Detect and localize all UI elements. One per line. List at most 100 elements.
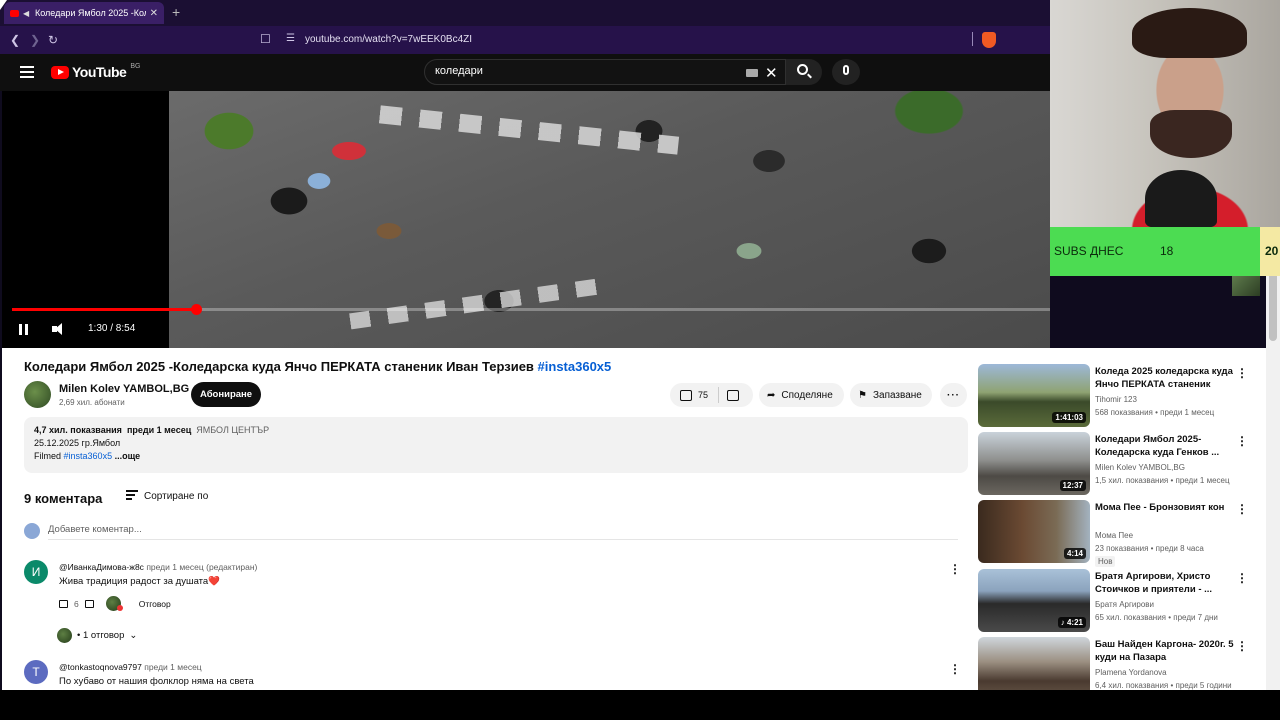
reload-icon[interactable]: ↻: [48, 33, 58, 47]
recommendation-title[interactable]: Братя Аргирови, Христо Стоичков и прияте…: [1095, 571, 1235, 596]
more-options-icon[interactable]: ⋮: [1236, 366, 1248, 380]
video-thumbnail[interactable]: ♪ 4:21: [978, 569, 1090, 632]
replies-label: • 1 отговор: [77, 630, 125, 641]
recommendation-channel[interactable]: Plamena Yordanova: [1095, 668, 1167, 677]
comment-actions: 6 Отговор: [59, 596, 171, 611]
voice-search-button[interactable]: [832, 59, 860, 85]
user-avatar: [24, 523, 40, 539]
description-text: Filmed: [34, 451, 62, 461]
recommendation-stats: 65 хил. показвания • преди 7 дни: [1095, 613, 1218, 622]
channel-avatar[interactable]: [24, 381, 51, 408]
video-thumbnail[interactable]: [978, 637, 1090, 690]
url-field[interactable]: youtube.com/watch?v=7wEEK0Bc4ZI: [305, 34, 472, 45]
comment-author[interactable]: @tonkastoqnova9797: [59, 662, 142, 672]
youtube-favicon-icon: [10, 9, 19, 17]
search-button[interactable]: [786, 59, 822, 85]
description-box[interactable]: 4,7 хил. показвания преди 1 месец ЯМБОЛ …: [24, 417, 968, 473]
speaker-icon[interactable]: ◀: [23, 9, 31, 18]
new-tab-button[interactable]: +: [172, 4, 180, 20]
share-button[interactable]: ➦ Споделяне: [759, 383, 844, 407]
hashtag-link[interactable]: #insta360x5: [64, 451, 113, 461]
recommendation-channel[interactable]: Братя Аргирови: [1095, 600, 1154, 609]
subscriber-count: 2,69 хил. абонати: [59, 398, 125, 407]
comment-author[interactable]: @ИванкаДимова-ж8с: [59, 562, 144, 572]
more-options-icon[interactable]: ⋮: [1236, 502, 1248, 516]
reply-button[interactable]: Отговор: [139, 599, 171, 609]
recommendation-item[interactable]: 12:37 Коледари Ямбол 2025- Коледарска ку…: [978, 432, 1248, 496]
sort-label: Сортиране по: [144, 490, 209, 502]
recommendation-item[interactable]: 1:41:03 Коледа 2025 коледарска куда Янчо…: [978, 364, 1248, 428]
recommendation-item[interactable]: 4:14 Мома Пее - Бронзовият кон Мома Пее …: [978, 500, 1248, 567]
channel-name[interactable]: Milen Kolev YAMBOL,BG: [59, 383, 189, 395]
video-thumbnail[interactable]: 4:14: [978, 500, 1090, 563]
location-tag[interactable]: ЯМБОЛ ЦЕНТЪР: [196, 425, 269, 435]
progress-bar[interactable]: [12, 304, 1050, 315]
youtube-logo[interactable]: YouTube BG: [51, 62, 141, 80]
back-icon[interactable]: ❮: [10, 33, 20, 47]
more-options-icon[interactable]: ⋮: [1236, 434, 1248, 448]
save-label: Запазване: [872, 389, 922, 401]
commenter-avatar[interactable]: И: [24, 560, 48, 584]
subscribe-button[interactable]: Абониране: [191, 382, 261, 407]
volume-icon[interactable]: [52, 322, 66, 336]
youtube-play-icon: [51, 65, 69, 79]
thumbs-down-icon[interactable]: [727, 389, 740, 401]
save-button[interactable]: ⚑ Запазване: [850, 383, 932, 407]
browser-tab[interactable]: ◀ Коледари Ямбол 2025 -Коле ✕: [4, 2, 164, 24]
thumbs-down-icon[interactable]: [84, 599, 94, 608]
recommendation-title[interactable]: Коледари Ямбол 2025- Коледарска куда Ген…: [1095, 434, 1235, 459]
pause-button[interactable]: [19, 324, 29, 335]
more-actions-button[interactable]: ···: [940, 383, 967, 407]
more-options-icon[interactable]: ⋮: [1236, 639, 1248, 653]
recommendation-title[interactable]: Мома Пее - Бронзовият кон: [1095, 502, 1235, 515]
heart-emoji: ❤️: [208, 576, 221, 587]
close-tab-icon[interactable]: ✕: [150, 8, 158, 19]
recommendation-channel[interactable]: Tihomir 123: [1095, 395, 1137, 404]
region-code: BG: [130, 62, 141, 70]
comment-menu-icon[interactable]: ⋮: [949, 662, 961, 676]
forward-icon[interactable]: ❯: [30, 33, 40, 47]
crosswalk: [349, 278, 599, 330]
recommendation-title[interactable]: Баш Найден Каргона- 2020г. 5 куди на Паз…: [1095, 639, 1235, 664]
logo-text: YouTube: [72, 64, 127, 80]
view-replies-button[interactable]: • 1 отговор ⌄: [57, 628, 137, 643]
comment-like-count: 6: [74, 598, 79, 609]
search-input[interactable]: [435, 65, 725, 77]
more-options-icon[interactable]: ⋮: [1236, 571, 1248, 585]
recommendation-stats: 568 показвания • преди 1 месец: [1095, 408, 1215, 417]
duration-badge: 4:14: [1063, 548, 1086, 559]
duration-badge: 12:37: [1059, 480, 1086, 491]
brave-shield-icon[interactable]: [982, 32, 996, 48]
youtube-header: YouTube BG ✕: [0, 54, 1050, 91]
recommendation-channel[interactable]: Мома Пее: [1095, 531, 1133, 540]
sort-button[interactable]: Сортиране по: [126, 490, 208, 502]
crosswalk: [378, 105, 680, 155]
thumbs-up-icon[interactable]: [680, 389, 692, 401]
description-line: Filmed #insta360x5 ...още: [34, 450, 958, 463]
video-thumbnail[interactable]: 12:37: [978, 432, 1090, 495]
commenter-avatar[interactable]: T: [24, 660, 48, 684]
thumbs-up-icon[interactable]: [59, 599, 68, 608]
video-thumbnail[interactable]: 1:41:03: [978, 364, 1090, 427]
hashtag-link[interactable]: #insta360x5: [538, 359, 612, 374]
keyboard-icon[interactable]: [746, 69, 758, 77]
add-comment-input[interactable]: Добавете коментар...: [48, 524, 958, 540]
bookmark-icon[interactable]: ☐: [260, 32, 271, 46]
show-more-link[interactable]: ...още: [115, 451, 141, 461]
subs-today: 18: [1160, 244, 1174, 258]
menu-icon[interactable]: [20, 66, 34, 81]
search-icon: [797, 64, 808, 75]
video-player[interactable]: 1:30 / 8:54: [2, 91, 1050, 348]
clear-search-icon[interactable]: ✕: [765, 64, 778, 82]
browser-tab-bar: ◀ Коледари Ямбол 2025 -Коле ✕ +: [0, 0, 1050, 26]
divider: [718, 387, 720, 403]
recommendation-item[interactable]: Баш Найден Каргона- 2020г. 5 куди на Паз…: [978, 637, 1248, 690]
site-info-icon[interactable]: ☰: [286, 33, 295, 44]
recommendation-channel[interactable]: Milen Kolev YAMBOL,BG: [1095, 463, 1185, 472]
comment-menu-icon[interactable]: ⋮: [949, 562, 961, 576]
recommendation-title[interactable]: Коледа 2025 коледарска куда Янчо ПЕРКАТА…: [1095, 366, 1235, 391]
sort-icon: [126, 490, 138, 502]
recommendation-item[interactable]: ♪ 4:21 Братя Аргирови, Христо Стоичков и…: [978, 569, 1248, 633]
subs-goal-value: 20: [1265, 244, 1279, 258]
streamer-hair: [1132, 8, 1247, 58]
